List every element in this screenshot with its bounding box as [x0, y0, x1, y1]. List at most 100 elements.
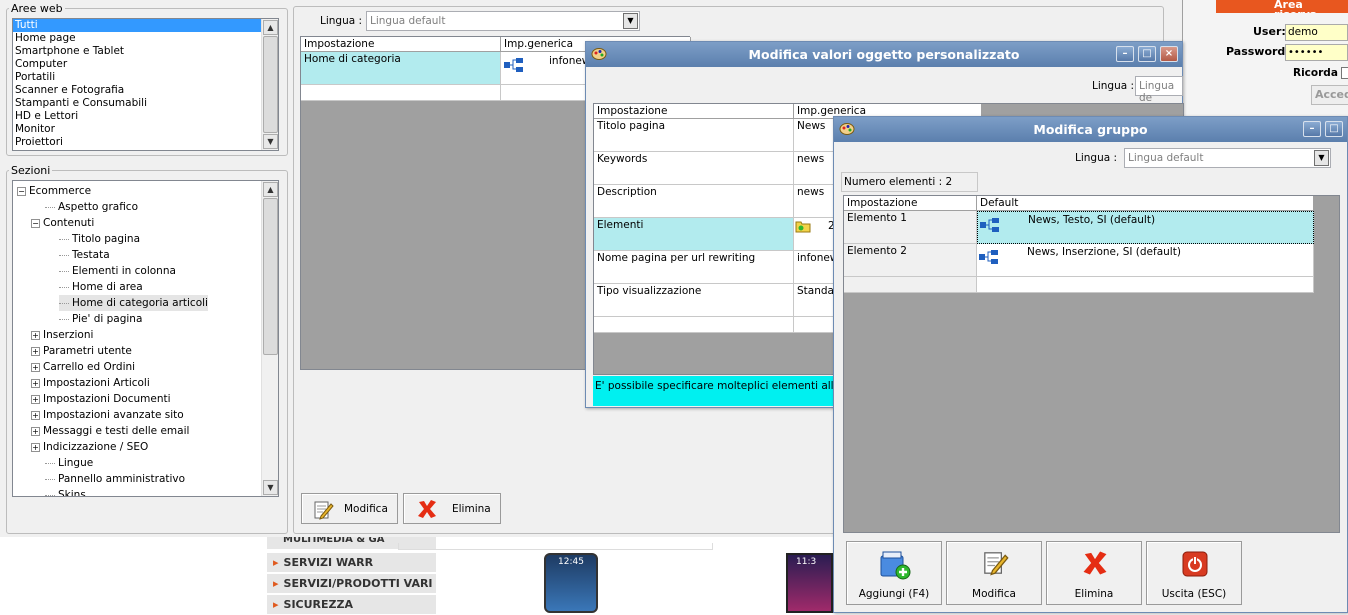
- table-row-cell[interactable]: Nome pagina per url rewriting: [594, 251, 794, 284]
- scroll-down-icon[interactable]: ▼: [263, 134, 278, 149]
- tree-item[interactable]: Elementi in colonna: [59, 263, 176, 279]
- expand-icon[interactable]: +: [31, 410, 40, 420]
- column-header-default[interactable]: Default: [977, 196, 1314, 211]
- collapse-icon[interactable]: −: [31, 218, 40, 228]
- password-input[interactable]: ••••••: [1285, 44, 1348, 61]
- lingua-select[interactable]: Lingua default ▼: [366, 11, 640, 31]
- tree-item[interactable]: + Indicizzazione / SEO: [31, 439, 148, 455]
- tree-item[interactable]: + Impostazioni avanzate sito: [31, 407, 184, 423]
- tree-item[interactable]: + Impostazioni Articoli: [31, 375, 150, 391]
- tree-item[interactable]: − Contenuti: [31, 215, 94, 231]
- tree-item[interactable]: Skins: [45, 487, 86, 496]
- table-row-cell[interactable]: Description: [594, 185, 794, 218]
- tree-item[interactable]: Home di categoria articoli: [59, 295, 208, 311]
- tree-scrollbar[interactable]: ▲ ▼: [261, 181, 278, 496]
- tree-item[interactable]: Testata: [59, 247, 110, 263]
- tree-item[interactable]: Pie' di pagina: [59, 311, 142, 327]
- list-item[interactable]: Proiettori: [13, 136, 278, 149]
- tree-item-label: Ecommerce: [29, 185, 92, 197]
- table-row-cell[interactable]: Keywords: [594, 152, 794, 185]
- minimize-icon[interactable]: –: [1303, 121, 1321, 137]
- list-item[interactable]: Scanner e Fotografia: [13, 84, 278, 97]
- window-titlebar[interactable]: Modifica valori oggetto personalizzato –…: [586, 42, 1182, 67]
- aggiungi-button[interactable]: Aggiungi (F4): [846, 541, 942, 605]
- tree-item[interactable]: Lingue: [45, 455, 93, 471]
- table-row-cell[interactable]: News, Inserzione, SI (default): [977, 244, 1314, 277]
- tree-item[interactable]: Pannello amministrativo: [45, 471, 185, 487]
- list-item[interactable]: Tutti: [13, 19, 278, 32]
- elimina-button-label: Elimina: [452, 503, 491, 515]
- tree-item[interactable]: + Carrello ed Ordini: [31, 359, 135, 375]
- scroll-down-icon[interactable]: ▼: [263, 480, 278, 495]
- close-icon[interactable]: ×: [1160, 46, 1178, 62]
- column-header-impostazione[interactable]: Impostazione: [301, 37, 501, 52]
- tree-item[interactable]: + Parametri utente: [31, 343, 132, 359]
- site-menu-label: SERVIZI WARR: [283, 556, 374, 569]
- table-row-cell[interactable]: News, Testo, SI (default): [977, 211, 1314, 244]
- scroll-thumb[interactable]: [263, 36, 278, 133]
- list-item[interactable]: Computer: [13, 58, 278, 71]
- maximize-icon[interactable]: □: [1325, 121, 1343, 137]
- tree-item[interactable]: Titolo pagina: [59, 231, 140, 247]
- elimina-button[interactable]: Elimina: [403, 493, 501, 524]
- window-titlebar[interactable]: Modifica gruppo – □: [834, 117, 1347, 142]
- chevron-down-icon[interactable]: ▼: [623, 13, 638, 29]
- tree-connector: [45, 478, 55, 480]
- list-item[interactable]: Portatili: [13, 71, 278, 84]
- list-item[interactable]: Smartphone e Tablet: [13, 45, 278, 58]
- tree-item[interactable]: + Messaggi e testi delle email: [31, 423, 189, 439]
- expand-icon[interactable]: +: [31, 346, 40, 356]
- aree-scrollbar[interactable]: ▲ ▼: [261, 19, 278, 150]
- login-button[interactable]: Acced: [1311, 85, 1348, 105]
- site-menu-item[interactable]: ▸ SERVIZI WARR: [267, 553, 436, 573]
- expand-icon[interactable]: +: [31, 394, 40, 404]
- tree-item[interactable]: Aspetto grafico: [45, 199, 138, 215]
- table-row-cell[interactable]: Tipo visualizzazione: [594, 284, 794, 317]
- site-menu-item[interactable]: ▸ SERVIZI/PRODOTTI VARI: [267, 574, 436, 594]
- tree-item[interactable]: − Ecommerce: [17, 183, 91, 199]
- scroll-up-icon[interactable]: ▲: [263, 20, 278, 35]
- table-row-cell[interactable]: Home di categoria: [301, 52, 501, 85]
- list-item[interactable]: Monitor: [13, 123, 278, 136]
- scroll-thumb[interactable]: [263, 198, 278, 355]
- column-header-impostazione[interactable]: Impostazione: [594, 104, 794, 119]
- aree-web-list[interactable]: Tutti Home page Smartphone e Tablet Compute…: [12, 18, 279, 151]
- site-menu-item[interactable]: ▸ SICUREZZA: [267, 595, 436, 615]
- table-row-cell[interactable]: Elemento 2: [844, 244, 977, 277]
- user-input[interactable]: demo: [1285, 24, 1348, 41]
- column-header-impostazione[interactable]: Impostazione: [844, 196, 977, 211]
- list-item[interactable]: HD e Lettori: [13, 110, 278, 123]
- reserved-area-title: Area riserva: [1274, 0, 1317, 13]
- maximize-icon[interactable]: □: [1138, 46, 1156, 62]
- expand-icon[interactable]: +: [31, 330, 40, 340]
- product-image-tablet[interactable]: 11:3: [786, 553, 833, 613]
- remember-checkbox[interactable]: [1341, 67, 1348, 79]
- list-item[interactable]: Home page: [13, 32, 278, 45]
- sezioni-tree[interactable]: − Ecommerce Aspetto grafico − Contenuti Titol…: [12, 180, 279, 497]
- expand-icon[interactable]: +: [31, 426, 40, 436]
- expand-icon[interactable]: +: [31, 362, 40, 372]
- collapse-icon[interactable]: −: [17, 186, 26, 196]
- list-item[interactable]: Stampanti e Consumabili: [13, 97, 278, 110]
- modifica-button[interactable]: Modifica: [946, 541, 1042, 605]
- product-image-phone[interactable]: 12:45: [544, 553, 598, 613]
- expand-icon[interactable]: +: [31, 442, 40, 452]
- table-row-cell[interactable]: Titolo pagina: [594, 119, 794, 152]
- chevron-down-icon[interactable]: ▼: [1314, 150, 1329, 166]
- group-elements-grid[interactable]: Impostazione Default Elemento 1 News, Te…: [843, 195, 1340, 533]
- tree-item[interactable]: + Inserzioni: [31, 327, 93, 343]
- expand-icon[interactable]: +: [31, 378, 40, 388]
- table-row-empty: [844, 277, 977, 293]
- table-row-cell[interactable]: Elemento 1: [844, 211, 977, 244]
- tree-item[interactable]: + Impostazioni Documenti: [31, 391, 171, 407]
- minimize-icon[interactable]: –: [1116, 46, 1134, 62]
- table-cell-value: News, Inserzione, SI (default): [1027, 246, 1181, 258]
- lingua-select[interactable]: Lingua de: [1135, 76, 1183, 104]
- modifica-button[interactable]: Modifica: [301, 493, 398, 524]
- uscita-button[interactable]: Uscita (ESC): [1146, 541, 1242, 605]
- table-row-cell[interactable]: Elementi: [594, 218, 794, 251]
- tree-item[interactable]: Home di area: [59, 279, 143, 295]
- lingua-select[interactable]: Lingua default ▼: [1124, 148, 1331, 168]
- elimina-button[interactable]: Elimina: [1046, 541, 1142, 605]
- scroll-up-icon[interactable]: ▲: [263, 182, 278, 197]
